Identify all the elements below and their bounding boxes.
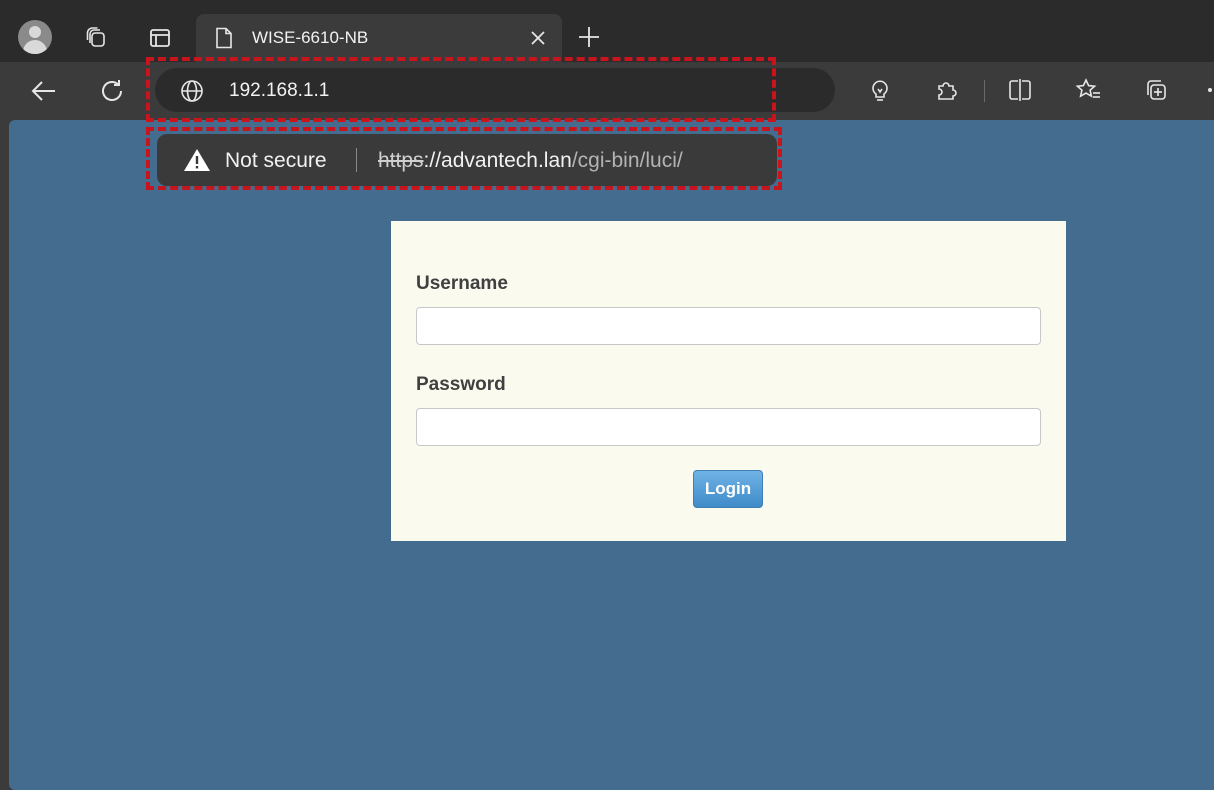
login-card: Username Password Login [391,221,1066,541]
password-input[interactable] [416,408,1041,446]
address-bar-highlight [146,57,776,122]
more-icon[interactable] [1200,76,1214,104]
back-icon[interactable] [28,75,60,107]
workspaces-icon[interactable] [80,22,112,54]
close-icon[interactable] [526,26,550,50]
collections-icon[interactable] [1142,76,1170,104]
page-icon [212,26,236,50]
favorites-icon[interactable] [1074,76,1102,104]
tab-wise-6610-nb[interactable]: WISE-6610-NB [196,14,562,62]
tab-strip: WISE-6610-NB [0,0,1214,62]
split-screen-icon[interactable] [1006,76,1034,104]
url-popup-highlight [146,127,782,190]
profile-icon[interactable] [18,20,52,54]
browser-window: WISE-6610-NB 192.168.1.1 Username Passwo… [0,0,1214,790]
refresh-icon[interactable] [96,75,128,107]
username-label: Username [416,273,508,294]
login-button[interactable]: Login [693,470,763,508]
toolbar-divider [984,80,985,102]
tab-title: WISE-6610-NB [252,28,369,47]
performance-icon[interactable] [866,76,894,104]
username-input[interactable] [416,307,1041,345]
page-content: Username Password Login [9,120,1214,790]
tab-actions-icon[interactable] [144,22,176,54]
password-label: Password [416,374,506,395]
extensions-icon[interactable] [932,76,960,104]
new-tab-icon[interactable] [574,22,604,52]
